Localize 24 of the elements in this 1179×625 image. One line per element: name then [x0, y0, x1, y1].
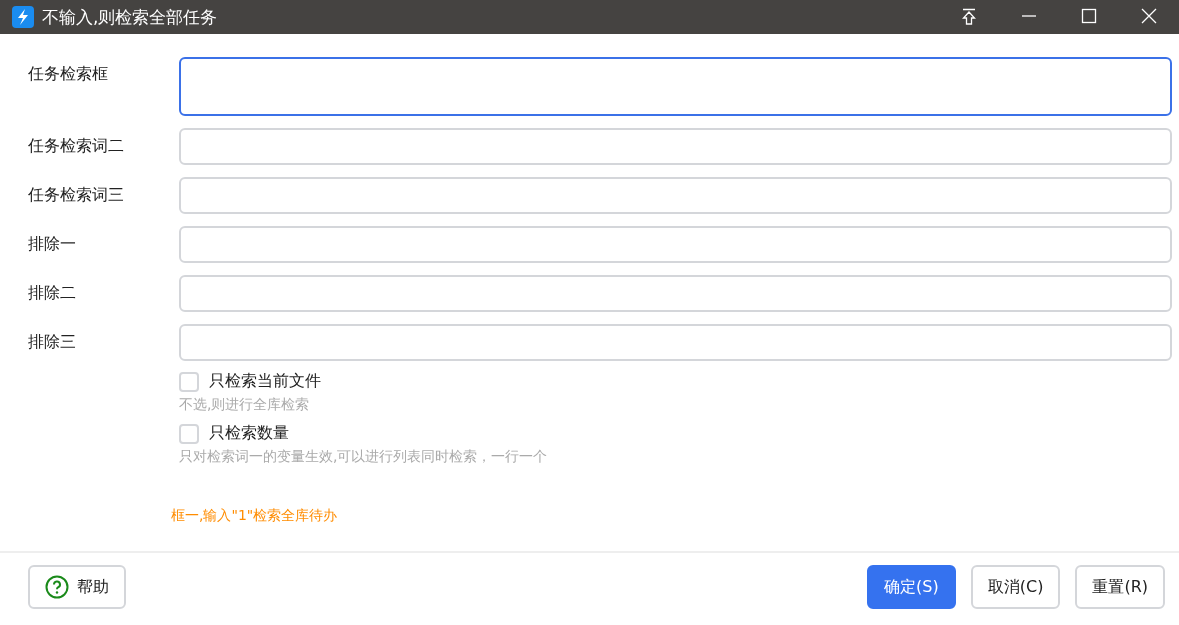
field-label: 任务检索词三	[28, 184, 125, 206]
field-label: 排除一	[28, 233, 77, 255]
field-label: 任务检索框	[28, 63, 109, 85]
field-label: 排除二	[28, 282, 77, 304]
pin-icon[interactable]	[961, 8, 977, 26]
lightning-icon	[12, 6, 34, 28]
checkbox-label: 只检索当前文件	[209, 371, 321, 392]
hint-text: 只对检索词一的变量生效,可以进行列表同时检索，一行一个	[179, 448, 548, 466]
checkbox[interactable]	[179, 423, 199, 444]
dialog-button[interactable]: 重置(R)	[1075, 565, 1165, 609]
help-icon	[45, 575, 69, 599]
close-icon[interactable]	[1141, 8, 1157, 24]
checkbox[interactable]	[179, 371, 199, 392]
field-label: 排除三	[28, 331, 77, 353]
maximize-icon[interactable]	[1081, 8, 1097, 24]
input-field[interactable]	[179, 57, 1172, 116]
window-title: 不输入,则检索全部任务	[42, 5, 218, 29]
hint-text: 不选,则进行全库检索	[179, 396, 310, 414]
field-label: 任务检索词二	[28, 135, 125, 157]
dialog-button[interactable]: 取消(C)	[970, 565, 1061, 609]
confirm-button[interactable]: 确定(S)	[867, 565, 956, 609]
checkbox-label: 只检索数量	[209, 423, 289, 444]
help-button[interactable]: 帮助	[28, 565, 126, 609]
note-text: 框一,输入"1"检索全库待办	[171, 507, 338, 525]
